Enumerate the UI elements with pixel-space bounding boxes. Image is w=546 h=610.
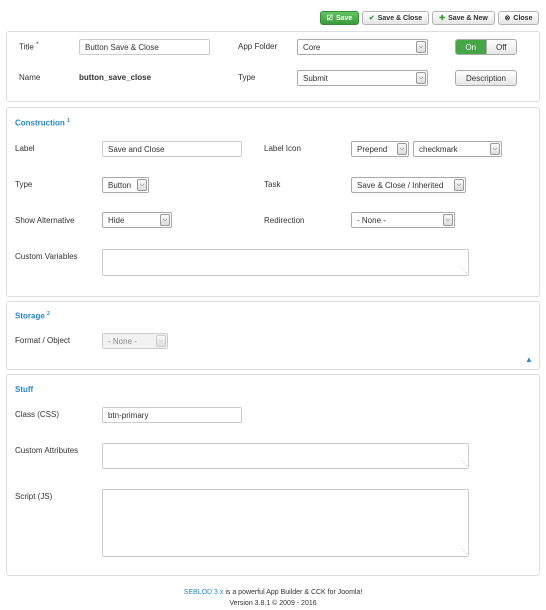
custom-variables-label: Custom Variables xyxy=(15,252,78,261)
storage-panel xyxy=(6,301,540,370)
label-icon-position-select[interactable]: Prepend ⌵ xyxy=(351,141,409,157)
format-object-label: Format / Object xyxy=(15,336,71,345)
close-circle-icon: ⊗ xyxy=(504,15,511,22)
button-type-select[interactable]: Button ⌵ xyxy=(102,177,149,193)
type-field-label: Type xyxy=(15,180,33,189)
show-alternative-label: Show Alternative xyxy=(15,216,75,225)
title-label: Title * xyxy=(19,42,39,52)
class-css-label: Class (CSS) xyxy=(15,410,60,419)
construction-title: Construction 1 xyxy=(15,118,70,128)
custom-variables-textarea[interactable]: ⋱ xyxy=(102,249,469,276)
chevron-down-icon: ⌵ xyxy=(454,179,464,191)
chevron-down-icon: ⌵ xyxy=(443,214,453,226)
label-icon-select[interactable]: checkmark ⌵ xyxy=(413,141,502,157)
task-select[interactable]: Save & Close / Inherited ⌵ xyxy=(351,177,466,193)
brand-link[interactable]: SEBLOD 3.x xyxy=(184,589,224,596)
title-input[interactable]: Button Save & Close xyxy=(79,39,210,55)
chevron-down-icon: ⌵ xyxy=(156,335,166,347)
name-value: button_save_close xyxy=(79,73,152,82)
format-object-select: - None - ⌵ xyxy=(102,333,168,349)
name-label: Name xyxy=(19,73,41,82)
chevron-down-icon: ⌵ xyxy=(490,143,500,155)
task-label: Task xyxy=(264,180,281,189)
footer-tagline: SEBLOD 3.x is a powerful App Builder & C… xyxy=(183,589,363,596)
stuff-title: Stuff xyxy=(15,385,34,394)
class-css-input[interactable]: btn-primary xyxy=(102,407,242,423)
chevron-down-icon: ⌵ xyxy=(397,143,407,155)
type-select[interactable]: Submit ⌵ xyxy=(297,70,428,86)
close-button[interactable]: ⊗ Close xyxy=(498,11,539,25)
resize-grip-icon[interactable]: ⋱ xyxy=(461,461,467,467)
redirection-select[interactable]: - None - ⌵ xyxy=(351,212,455,228)
label-field-label: Label xyxy=(15,144,35,153)
save-close-button[interactable]: ✔ Save & Close xyxy=(362,11,429,25)
chevron-down-icon: ⌵ xyxy=(416,41,426,53)
toggle-off[interactable]: Off xyxy=(485,40,516,54)
app-folder-label: App Folder xyxy=(238,42,278,51)
script-js-textarea[interactable]: ⋱ xyxy=(102,489,469,557)
chevron-up-icon[interactable]: ▲ xyxy=(525,355,533,364)
script-js-label: Script (JS) xyxy=(15,492,53,501)
footer-version: Version 3.8.1 © 2009 - 2016 xyxy=(229,600,317,607)
save-new-button[interactable]: ✚ Save & New xyxy=(432,11,495,25)
chevron-down-icon: ⌵ xyxy=(137,179,147,191)
chevron-down-icon: ⌵ xyxy=(416,72,426,84)
label-icon-label: Label Icon xyxy=(264,144,301,153)
show-alternative-select[interactable]: Hide ⌵ xyxy=(102,212,172,228)
save-icon: ☑ xyxy=(326,15,333,22)
save-button[interactable]: ☑ Save xyxy=(320,11,359,25)
custom-attributes-textarea[interactable]: ⋱ xyxy=(102,443,469,469)
status-toggle[interactable]: On Off xyxy=(455,39,517,55)
resize-grip-icon[interactable]: ⋱ xyxy=(461,549,467,555)
plus-icon: ✚ xyxy=(439,15,446,22)
check-icon: ✔ xyxy=(368,15,375,22)
custom-attributes-label: Custom Attributes xyxy=(15,446,79,455)
toggle-on[interactable]: On xyxy=(456,40,486,54)
resize-grip-icon[interactable]: ⋱ xyxy=(461,268,467,274)
redirection-label: Redirection xyxy=(264,216,305,225)
storage-title: Storage 2 xyxy=(15,311,50,321)
type-label: Type xyxy=(238,73,256,82)
app-folder-select[interactable]: Core ⌵ xyxy=(297,39,428,55)
chevron-down-icon: ⌵ xyxy=(160,214,170,226)
label-input[interactable]: Save and Close xyxy=(102,141,242,157)
description-button[interactable]: Description xyxy=(455,70,517,86)
